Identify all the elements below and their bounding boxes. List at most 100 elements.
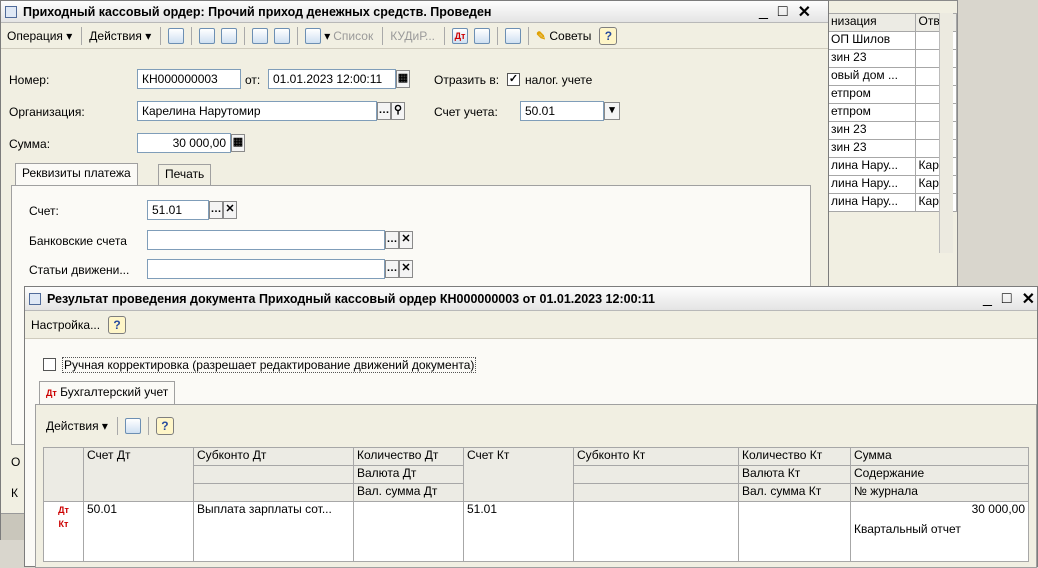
help-icon[interactable]: ? — [108, 315, 127, 334]
dt-kt-icon: Дт Кт — [58, 505, 69, 529]
header-quantity-kt[interactable]: Количество Кт — [738, 447, 851, 466]
close-icon[interactable]: ✕ — [1022, 289, 1035, 309]
header-content[interactable]: Содержание — [850, 465, 1029, 484]
minimize-icon[interactable]: _ — [759, 3, 768, 21]
unpost-icon[interactable] — [274, 27, 291, 44]
help-icon[interactable]: ? — [599, 26, 618, 45]
dt-kt-icon[interactable]: Дт — [451, 27, 468, 44]
refresh-icon[interactable] — [124, 418, 141, 434]
tab-payment-details[interactable]: Реквизиты платежа — [15, 163, 138, 186]
clear-icon[interactable]: ✕ — [399, 260, 413, 278]
header-currency-dt[interactable]: Валюта Дт — [353, 465, 464, 484]
based-on-icon[interactable] — [305, 27, 322, 44]
copy-icon[interactable] — [221, 27, 238, 44]
background-list-table[interactable]: низация Отве ОП Шилов зин 23 овый дом ..… — [827, 13, 958, 212]
background-list-window: низация Отве ОП Шилов зин 23 овый дом ..… — [812, 0, 958, 296]
settings-button[interactable]: Настройка... — [28, 315, 103, 335]
cell-account-kt[interactable]: 51.01 — [463, 501, 574, 562]
list-item[interactable]: етпром — [827, 85, 958, 104]
clear-icon[interactable]: ✕ — [223, 201, 237, 219]
select-button[interactable]: … — [209, 201, 223, 219]
bg-header-org[interactable]: низация — [827, 13, 916, 32]
search-icon[interactable]: ⚲ — [391, 102, 405, 120]
dt-kt-icon: Дт — [46, 388, 57, 398]
bank-accounts-label: Банковские счета — [29, 234, 127, 248]
header-currency-kt[interactable]: Валюта Кт — [738, 465, 851, 484]
list-item[interactable]: лина Нару... Каре — [827, 175, 958, 194]
header-currency-sum-kt[interactable]: Вал. сумма Кт — [738, 483, 851, 502]
tips-icon: ✎ — [535, 28, 547, 43]
document-icon — [29, 292, 41, 305]
report-icon[interactable] — [473, 27, 490, 44]
operation-menu[interactable]: Операция ▾ — [4, 26, 75, 46]
header-sum[interactable]: Сумма — [850, 447, 1029, 466]
clear-icon[interactable]: ✕ — [399, 231, 413, 249]
cell-account-dt[interactable]: 50.01 — [83, 501, 194, 562]
sum-label: Сумма: — [9, 137, 51, 151]
calculator-icon[interactable]: ▦ — [231, 134, 245, 152]
tab-accounting[interactable]: Дт Бухгалтерский учет — [39, 381, 176, 405]
dropdown-icon[interactable]: ▾ — [604, 102, 620, 120]
cash-order-titlebar: Приходный кассовый ордер: Прочий приход … — [1, 1, 828, 23]
cell-subconto-dt[interactable]: Выплата зарплаты сот... — [193, 501, 354, 562]
payment-account-field[interactable]: 51.01 — [147, 200, 209, 220]
header-subconto-dt[interactable]: Субконто Дт — [193, 447, 354, 466]
cell-sum-content[interactable]: 30 000,00 Квартальный отчет — [850, 501, 1029, 562]
tips-button[interactable]: ✎ Советы — [533, 26, 594, 46]
actions-menu[interactable]: Действия ▾ — [86, 26, 154, 46]
close-icon[interactable]: ✕ — [798, 2, 811, 22]
cell-content: Квартальный отчет — [854, 522, 961, 536]
result-actions-menu[interactable]: Действия ▾ — [43, 416, 111, 436]
list-item[interactable]: зин 23 — [827, 139, 958, 158]
list-item[interactable]: зин 23 — [827, 121, 958, 140]
result-window-title: Результат проведения документа Приходный… — [47, 291, 655, 306]
order-toolbar: Операция ▾ Действия ▾ ▾ Список КУДиР... … — [1, 23, 828, 49]
payment-account-label: Счет: — [29, 204, 59, 218]
list-item[interactable]: овый дом ... — [827, 67, 958, 86]
manual-correction-checkbox[interactable] — [43, 357, 56, 372]
list-item[interactable]: ОП Шилов — [827, 31, 958, 50]
document-icon — [5, 5, 17, 18]
tab-print[interactable]: Печать — [158, 164, 212, 185]
header-quantity-dt[interactable]: Количество Дт — [353, 447, 464, 466]
tax-checkbox[interactable]: ✓ — [507, 72, 520, 87]
account-field[interactable]: 50.01 — [520, 101, 604, 121]
bg-scrollbar[interactable] — [939, 13, 953, 253]
maximize-icon[interactable]: □ — [778, 3, 788, 21]
minimize-icon[interactable]: _ — [983, 290, 992, 308]
list-button[interactable]: Список — [330, 26, 376, 46]
select-button[interactable]: … — [385, 260, 399, 278]
select-button[interactable]: … — [377, 102, 391, 120]
kudir-button[interactable]: КУДиР... — [387, 26, 438, 46]
select-button[interactable]: … — [385, 231, 399, 249]
header-account-kt[interactable]: Счет Кт — [463, 447, 574, 502]
date-field[interactable]: 01.01.2023 12:00:11 — [268, 69, 396, 89]
maximize-icon[interactable]: □ — [1002, 290, 1012, 308]
add-icon[interactable] — [168, 27, 185, 44]
list-item[interactable]: зин 23 — [827, 49, 958, 68]
list-item[interactable]: лина Нару... Каре — [827, 157, 958, 176]
header-journal[interactable]: № журнала — [850, 483, 1029, 502]
postings-table[interactable]: Счет Дт Субконто Дт Количество Дт Счет К… — [43, 447, 1029, 562]
header-account-dt[interactable]: Счет Дт — [83, 447, 194, 502]
list-item[interactable]: етпром — [827, 103, 958, 122]
header-currency-sum-dt[interactable]: Вал. сумма Дт — [353, 483, 464, 502]
result-toolbar: Настройка... ? — [25, 311, 1037, 339]
manual-correction-label: Ручная корректировка (разрешает редактир… — [62, 357, 477, 373]
header-subconto-kt[interactable]: Субконто Кт — [573, 447, 739, 466]
refresh-icon[interactable] — [199, 27, 216, 44]
structure-icon[interactable] — [504, 27, 521, 44]
list-item[interactable]: лина Нару... Каре — [827, 193, 958, 212]
number-field[interactable]: КН000000003 — [137, 69, 241, 89]
bank-accounts-field[interactable] — [147, 230, 385, 250]
movement-items-field[interactable] — [147, 259, 385, 279]
table-row[interactable]: Дт Кт 50.01 Выплата зарплаты сот... 51.01… — [43, 501, 1029, 562]
reflect-label: Отразить в: — [434, 73, 500, 87]
sum-field[interactable]: 30 000,00 — [137, 133, 231, 153]
organization-field[interactable]: Карелина Нарутомир — [137, 101, 377, 121]
calendar-icon[interactable]: ▦ — [396, 70, 410, 88]
cut-label-o: О — [11, 455, 21, 469]
help-icon[interactable]: ? — [155, 417, 174, 435]
window-controls: _ □ ✕ — [759, 1, 811, 23]
post-icon[interactable] — [252, 27, 269, 44]
